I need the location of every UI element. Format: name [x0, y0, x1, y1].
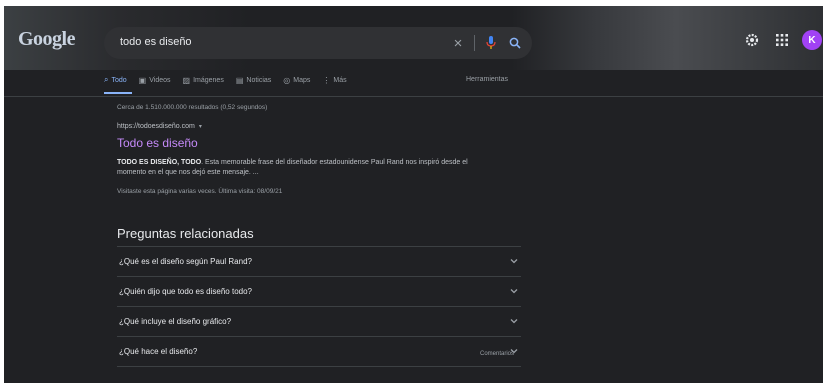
account-avatar[interactable]: K — [802, 30, 822, 50]
search-divider — [474, 35, 475, 51]
result-stats: Cerca de 1.510.000.000 resultados (0,52 … — [117, 104, 268, 111]
header-divider — [4, 96, 823, 97]
tab-label: Noticias — [246, 76, 272, 84]
result-url-text[interactable]: https://todoesdiseño.com — [117, 123, 195, 130]
related-question[interactable]: ¿Qué hace el diseño? — [117, 336, 521, 366]
chevron-down-icon[interactable] — [509, 286, 519, 296]
question-text[interactable]: ¿Qué incluye el diseño gráfico? — [119, 317, 231, 326]
question-text[interactable]: ¿Quién dijo que todo es diseño todo? — [119, 287, 252, 296]
tools-button[interactable]: Herramientas — [466, 76, 508, 83]
related-question[interactable]: ¿Qué incluye el diseño gráfico? — [117, 306, 521, 336]
google-logo[interactable]: Google — [18, 28, 76, 51]
clear-icon[interactable]: × — [450, 35, 466, 52]
video-icon: ▣ — [138, 75, 147, 85]
search-box[interactable]: todo es diseño × — [104, 27, 532, 59]
image-icon: ▨ — [182, 75, 191, 85]
tab-label: Imágenes — [193, 76, 224, 84]
question-text[interactable]: ¿Qué hace el diseño? — [119, 347, 197, 356]
chevron-down-icon[interactable]: ▾ — [199, 124, 202, 130]
tab-label: Todo — [111, 76, 127, 84]
tab-imagenes[interactable]: ▨ Imágenes — [183, 70, 224, 90]
chevron-down-icon[interactable] — [509, 316, 519, 326]
tab-maps[interactable]: ◎ Maps — [283, 70, 310, 90]
search-icon[interactable] — [507, 34, 523, 52]
result-title-link[interactable]: Todo es diseño — [117, 136, 198, 150]
related-question[interactable]: ¿Qué es el diseño según Paul Rand? — [117, 246, 521, 276]
tab-label: Maps — [293, 76, 311, 84]
search-tabs: ⌕ Todo ▣ Videos ▨ Imágenes ▤ Noticias ◎ … — [104, 70, 359, 90]
tab-videos[interactable]: ▣ Videos — [139, 70, 171, 90]
microphone-icon[interactable] — [484, 34, 498, 52]
result-snippet: TODO ES DISEÑO, TODO. Esta memorable fra… — [117, 158, 497, 178]
settings-gear-icon[interactable] — [744, 32, 760, 48]
feedback-link[interactable]: Comentarios — [480, 351, 514, 357]
related-question[interactable]: ¿Quién dijo que todo es diseño todo? — [117, 276, 521, 306]
tab-mas[interactable]: ⋮ Más — [322, 70, 346, 90]
search-results-page: Google todo es diseño × K ⌕ Todo ▣ Video… — [4, 6, 823, 383]
visited-note: Visitaste esta página varias veces. Últi… — [117, 188, 283, 195]
tab-label: Más — [333, 76, 347, 84]
active-tab-indicator — [104, 92, 132, 94]
search-icon: ⌕ — [104, 75, 109, 84]
news-icon: ▤ — [235, 75, 244, 85]
search-input[interactable]: todo es diseño — [120, 36, 192, 48]
related-questions-title: Preguntas relacionadas — [117, 226, 254, 241]
chevron-down-icon[interactable] — [509, 256, 519, 266]
apps-grid-icon[interactable] — [774, 32, 790, 48]
question-text[interactable]: ¿Qué es el diseño según Paul Rand? — [119, 257, 252, 266]
map-pin-icon: ◎ — [283, 75, 291, 85]
related-questions-list: ¿Qué es el diseño según Paul Rand? ¿Quié… — [117, 246, 521, 368]
result-url[interactable]: https://todoesdiseño.com ▾ — [117, 123, 202, 130]
tab-label: Videos — [149, 76, 171, 84]
header: Google todo es diseño × K — [4, 6, 823, 70]
more-vert-icon: ⋮ — [322, 75, 331, 85]
tab-noticias[interactable]: ▤ Noticias — [236, 70, 271, 90]
tab-todo[interactable]: ⌕ Todo — [104, 70, 127, 90]
snippet-bold: TODO ES DISEÑO, TODO — [117, 159, 202, 166]
related-list-end-divider — [117, 366, 521, 368]
